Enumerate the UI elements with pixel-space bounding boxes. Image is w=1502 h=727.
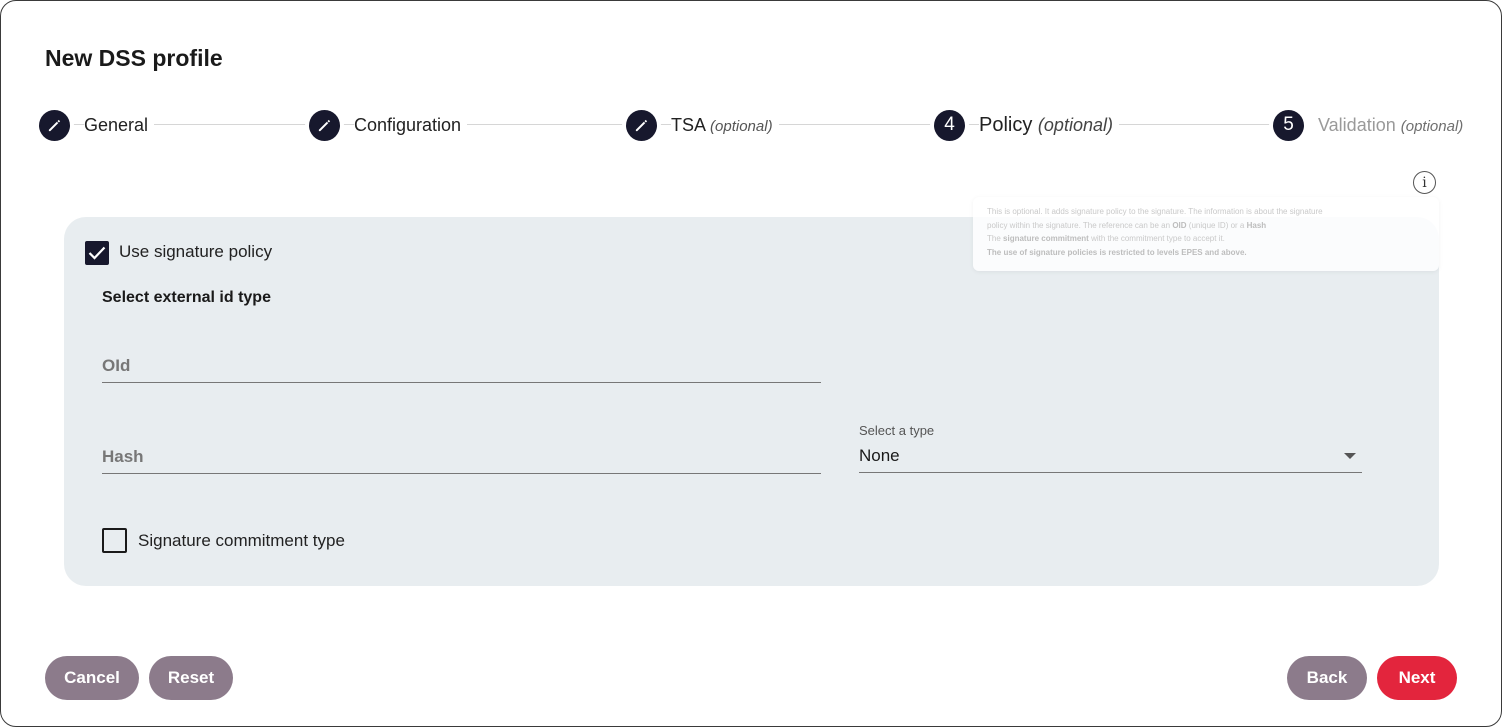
commitment-label: Signature commitment type (138, 531, 345, 550)
next-button[interactable]: Next (1377, 656, 1457, 700)
hash-input[interactable] (102, 447, 821, 467)
hash-field (102, 429, 821, 474)
step-number: 4 (934, 109, 965, 141)
chevron-down-icon[interactable] (1344, 453, 1356, 459)
tooltip-line: The signature commitment with the commit… (987, 234, 1225, 243)
step-label: TSA (optional) (671, 114, 779, 136)
info-icon[interactable]: i (1413, 171, 1436, 194)
cancel-button[interactable]: Cancel (45, 656, 139, 700)
use-policy-checkbox[interactable] (85, 241, 109, 265)
step-optional-tag: (optional) (1037, 114, 1113, 135)
pencil-icon (39, 109, 70, 141)
oid-input[interactable] (102, 356, 821, 376)
step-configuration[interactable]: Configuration (309, 109, 468, 141)
tooltip-line: policy within the signature. The referen… (987, 220, 1267, 230)
step-label: Policy (optional) (979, 113, 1119, 137)
step-general[interactable]: General (39, 109, 155, 141)
external-id-title: Select external id type (102, 289, 271, 306)
step-label: Validation (optional) (1318, 114, 1470, 136)
step-validation[interactable]: 5 Validation (optional) (1273, 109, 1470, 141)
tooltip-line: The use of signature policies is restric… (987, 247, 1247, 257)
select-underline (859, 472, 1362, 473)
check-icon (88, 246, 106, 260)
hash-type-value[interactable]: None (859, 446, 900, 466)
step-optional-tag: (optional) (710, 117, 773, 135)
step-policy[interactable]: 4 Policy (optional) (934, 109, 1119, 141)
step-label: Configuration (354, 114, 468, 136)
use-policy-label: Use signature policy (119, 242, 273, 261)
step-tsa[interactable]: TSA (optional) (626, 109, 779, 141)
back-button[interactable]: Back (1287, 656, 1367, 700)
hash-type-label: Select a type (859, 423, 935, 438)
step-label: General (84, 114, 155, 136)
tooltip-line: This is optional. It adds signature poli… (987, 207, 1323, 216)
pencil-icon (626, 109, 657, 141)
pencil-icon (309, 109, 340, 141)
info-tooltip: This is optional. It adds signature poli… (973, 197, 1439, 271)
commitment-checkbox[interactable] (102, 528, 127, 553)
step-number: 5 (1273, 109, 1304, 141)
dialog-title: New DSS profile (45, 45, 223, 71)
reset-button[interactable]: Reset (149, 656, 233, 700)
oid-field (102, 338, 821, 383)
step-optional-tag: (optional) (1400, 117, 1464, 135)
